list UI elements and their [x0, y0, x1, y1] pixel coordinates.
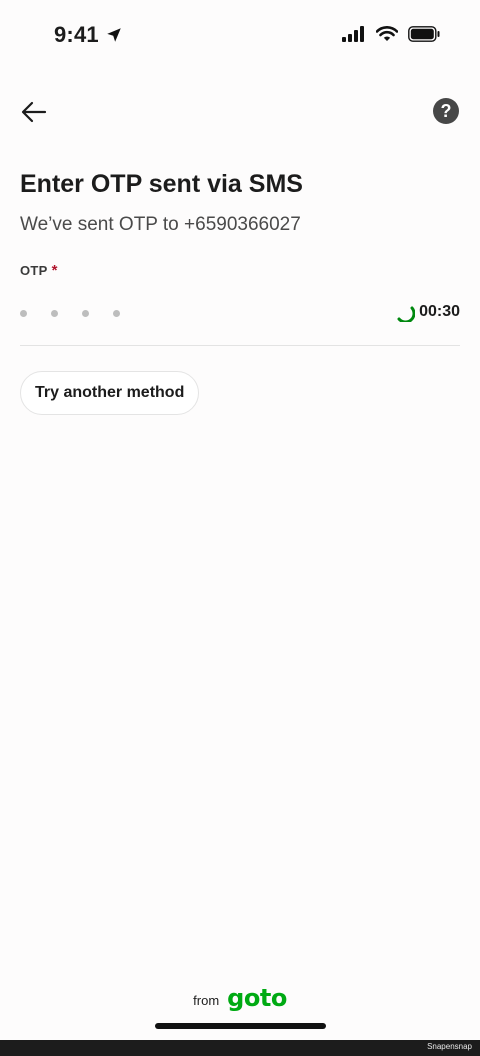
location-arrow-icon [107, 28, 121, 42]
otp-digit-3 [82, 310, 89, 317]
timer-ring-icon [397, 306, 416, 322]
back-button[interactable] [18, 96, 50, 128]
home-indicator [155, 1023, 326, 1029]
status-time-text: 9:41 [54, 22, 99, 47]
bottom-band: Snapensnap [0, 1040, 480, 1056]
watermark: Snapensnap [427, 1042, 472, 1051]
status-time: 9:41 [54, 22, 123, 48]
otp-digit-placeholders [20, 310, 120, 317]
otp-digit-2 [51, 310, 58, 317]
otp-input[interactable]: 00:30 [20, 290, 460, 346]
goto-logo: goto [227, 984, 287, 1012]
wifi-icon [376, 26, 398, 41]
footer-from-label: from [193, 992, 220, 1008]
help-button[interactable]: ? [433, 98, 459, 124]
footer: from goto [0, 984, 480, 1012]
required-mark: * [51, 262, 58, 279]
otp-label-text: OTP [20, 263, 48, 278]
otp-sent-message: We’ve sent OTP to +6590366027 [20, 214, 301, 235]
status-bar: 9:41 [0, 0, 480, 72]
try-another-method-button[interactable]: Try another method [20, 371, 200, 415]
help-icon: ? [440, 100, 452, 121]
battery-icon [408, 26, 440, 42]
resend-timer: 00:30 [395, 302, 460, 322]
timer-text: 00:30 [419, 303, 460, 320]
otp-digit-1 [20, 310, 27, 317]
otp-digit-4 [113, 310, 120, 317]
status-icons [342, 26, 440, 42]
page-title: Enter OTP sent via SMS [20, 170, 303, 198]
otp-field-label: OTP * [20, 262, 58, 279]
cellular-signal-icon [342, 26, 364, 42]
back-arrow-icon [21, 101, 47, 123]
nav-bar: ? [0, 90, 480, 134]
